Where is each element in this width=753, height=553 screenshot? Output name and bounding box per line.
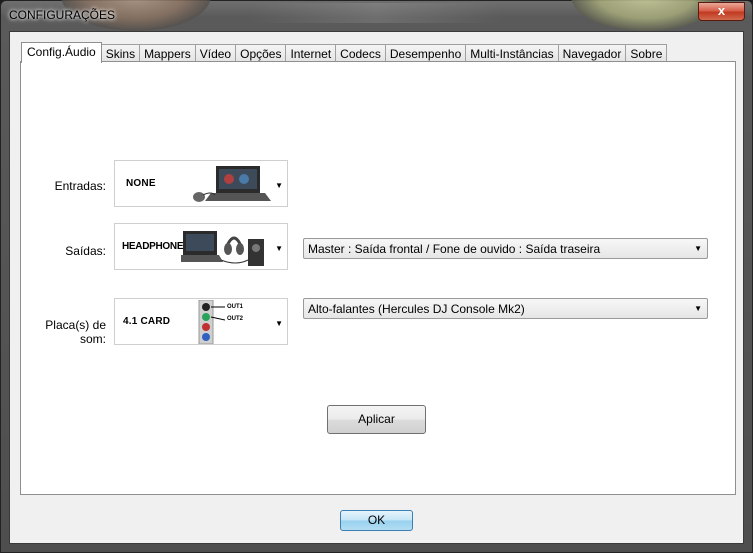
settings-window: CONFIGURAÇÕES x Config.Áudio Skins Mappe… (0, 0, 753, 553)
dropdown-arrow-icon: ▼ (275, 319, 283, 328)
audio-config-panel: Entradas: NONE ▼ Saídas: HEADPHONES ▼ Ma… (20, 61, 736, 495)
tab-skins[interactable]: Skins (100, 44, 141, 62)
inputs-value: NONE (126, 178, 156, 189)
tab-internet[interactable]: Internet (285, 44, 337, 62)
out1-label: OUT1 (227, 304, 244, 310)
tab-sobre[interactable]: Sobre (625, 44, 668, 62)
dropdown-arrow-icon: ▼ (694, 244, 702, 253)
tab-strip: Config.Áudio Skins Mappers Vídeo Opções … (21, 42, 668, 63)
ok-button[interactable]: OK (340, 510, 413, 531)
close-icon: x (717, 3, 726, 18)
title-bar[interactable]: CONFIGURAÇÕES x (1, 0, 752, 31)
tab-codecs[interactable]: Codecs (335, 44, 386, 62)
outputs-picker[interactable]: HEADPHONES ▼ (114, 223, 288, 270)
output-routing-value: Master : Saída frontal / Fone de ouvido … (308, 242, 601, 256)
laptop-turntable-icon (193, 166, 271, 202)
tab-config-audio[interactable]: Config.Áudio (21, 42, 102, 63)
soundcard-value: 4.1 CARD (123, 316, 171, 327)
laptop-headphones-speaker-icon (181, 231, 264, 266)
tab-navegador[interactable]: Navegador (557, 44, 627, 62)
apply-button[interactable]: Aplicar (327, 405, 426, 434)
dialog-client: Config.Áudio Skins Mappers Vídeo Opções … (9, 31, 744, 544)
dropdown-arrow-icon: ▼ (275, 244, 283, 253)
output-routing-select[interactable]: Master : Saída frontal / Fone de ouvido … (303, 238, 708, 259)
tab-opcoes[interactable]: Opções (235, 44, 287, 62)
soundcard-picker[interactable]: 4.1 CARD OUT1 OUT2 ▼ (114, 298, 288, 345)
out2-label: OUT2 (227, 316, 244, 322)
soundcard-device-select[interactable]: Alto-falantes (Hercules DJ Console Mk2) … (303, 298, 708, 319)
dropdown-arrow-icon: ▼ (275, 181, 283, 190)
dropdown-arrow-icon: ▼ (694, 304, 702, 313)
tab-multi-instancias[interactable]: Multi-Instâncias (465, 44, 559, 62)
tab-desempenho[interactable]: Desempenho (384, 44, 467, 62)
tab-mappers[interactable]: Mappers (139, 44, 196, 62)
outputs-value: HEADPHONES (122, 241, 190, 252)
outputs-label: Saídas: (65, 244, 106, 258)
tab-video[interactable]: Vídeo (194, 44, 237, 62)
inputs-picker[interactable]: NONE ▼ (114, 160, 288, 207)
title-decoration-mid (251, 3, 501, 23)
close-button[interactable]: x (698, 2, 745, 21)
inputs-label: Entradas: (54, 179, 106, 193)
soundcard-jacks-icon (198, 300, 225, 344)
soundcard-label: Placa(s) de som: (45, 318, 106, 346)
soundcard-device-value: Alto-falantes (Hercules DJ Console Mk2) (308, 302, 525, 316)
window-title: CONFIGURAÇÕES (9, 8, 116, 22)
